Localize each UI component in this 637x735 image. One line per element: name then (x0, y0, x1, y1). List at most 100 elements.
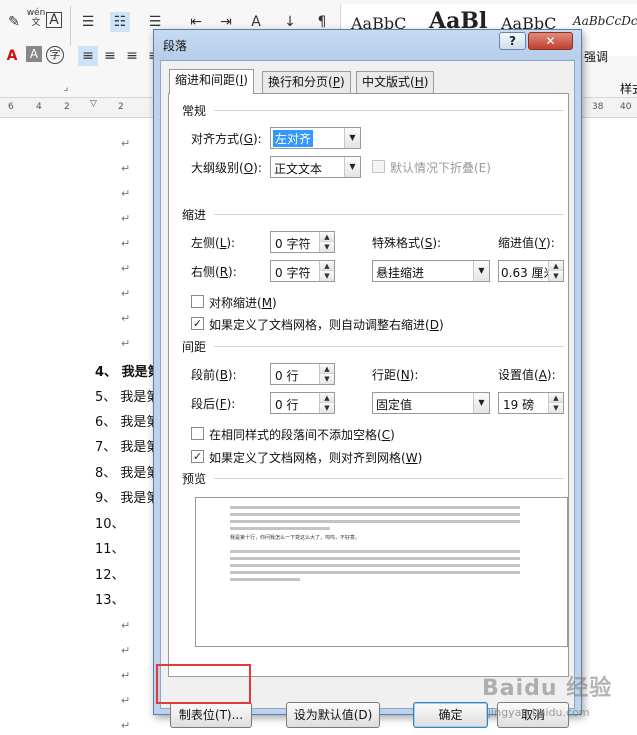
label-accelerator: R (219, 265, 229, 279)
label-accelerator: G (243, 132, 253, 146)
line-spacing-select[interactable]: 固定值 ▼ (372, 392, 490, 414)
align-right-icon[interactable]: ≡ (122, 46, 142, 66)
tab-asian-typography[interactable]: 中文版式(H) (356, 71, 435, 93)
watermark: Baidu 经验 jingyan.baidu.com (482, 662, 632, 722)
label-accelerator: Y (538, 236, 547, 250)
dropdown-arrow-icon[interactable]: ▼ (344, 157, 360, 177)
dropdown-arrow-icon[interactable]: ▼ (344, 128, 360, 148)
tab-label: 缩进和间距( (175, 73, 240, 87)
preview-next-line (230, 557, 520, 560)
list-item: 12、 (95, 564, 125, 583)
mirror-indents-checkbox[interactable] (191, 295, 204, 308)
preview-next-line (230, 550, 520, 553)
indent-right-value: 0 字符 (275, 266, 311, 280)
dropdown-arrow-icon[interactable]: ▼ (473, 393, 489, 413)
indent-by-input[interactable]: 0.63 厘米 ▲ ▼ (498, 260, 564, 282)
tab-label: 中文版式( (362, 75, 415, 89)
ok-button[interactable]: 确定 (413, 702, 488, 728)
close-button[interactable]: ✕ (528, 32, 573, 50)
spin-down-icon[interactable]: ▼ (319, 242, 334, 252)
spacing-after-input[interactable]: 0 行 ▲ ▼ (270, 392, 335, 414)
dropdown-arrow-icon[interactable]: ▼ (473, 261, 489, 281)
spacing-at-input[interactable]: 19 磅 ▲ ▼ (498, 392, 564, 414)
character-border-icon[interactable]: A (46, 12, 62, 28)
dialog-titlebar[interactable]: 段落 ? ✕ (154, 30, 581, 60)
list-item: 9、 我是第 (95, 487, 159, 506)
help-button[interactable]: ? (499, 32, 526, 50)
collapse-default-checkbox[interactable] (372, 160, 385, 173)
spin-up-icon[interactable]: ▲ (319, 261, 334, 271)
auto-right-indent-checkbox[interactable]: ✓ (191, 317, 204, 330)
style-name-emphasis[interactable]: 强调 (584, 48, 608, 65)
watermark-url: jingyan.baidu.com (488, 706, 590, 719)
list-number: 5、 (95, 390, 117, 405)
spin-up-icon[interactable]: ▲ (548, 261, 563, 271)
outline-level-value: 正文文本 (274, 162, 323, 176)
indent-right-input[interactable]: 0 字符 ▲ ▼ (270, 260, 335, 282)
list-number: 11、 (95, 542, 125, 557)
outline-level-select[interactable]: 正文文本 ▼ (270, 156, 361, 178)
spacing-before-input[interactable]: 0 行 ▲ ▼ (270, 363, 335, 385)
label-text: 对齐方式( (191, 132, 244, 146)
indent-marker-icon[interactable]: ▽ (90, 99, 97, 109)
label-accelerator: C (381, 428, 391, 442)
label-text: 缩进值( (498, 236, 539, 250)
label-text: 对称缩进( (209, 296, 262, 310)
ruler-number: 6 (8, 102, 14, 112)
font-dialog-launcher-icon[interactable]: ⌟ (56, 78, 76, 98)
collapse-default-label: 默认情况下折叠(E) (390, 161, 491, 175)
spin-down-icon[interactable]: ▼ (319, 374, 334, 384)
alignment-select[interactable]: 左对齐 ▼ (270, 127, 361, 149)
tabs-button[interactable]: 制表位(T)... (170, 702, 252, 728)
spin-down-icon[interactable]: ▼ (319, 403, 334, 413)
snap-to-grid-checkbox[interactable]: ✓ (191, 450, 204, 463)
spin-up-icon[interactable]: ▲ (319, 393, 334, 403)
list-item: 7、 我是第 (95, 436, 159, 455)
label-accelerator: M (261, 296, 273, 310)
special-indent-select[interactable]: 悬挂缩进 ▼ (372, 260, 490, 282)
indent-left-input[interactable]: 0 字符 ▲ ▼ (270, 231, 335, 253)
spin-up-icon[interactable]: ▲ (319, 232, 334, 242)
indent-right-label: 右侧(R): (191, 263, 237, 280)
spacing-at-value: 19 磅 (503, 398, 535, 412)
numbering-icon[interactable]: ☷ (110, 12, 130, 32)
spin-down-icon[interactable]: ▼ (548, 403, 563, 413)
align-center-icon[interactable]: ≡ (100, 46, 120, 66)
bullets-icon[interactable]: ☰ (78, 12, 98, 32)
ribbon-separator (70, 6, 71, 46)
font-color-label: A (6, 48, 18, 64)
spin-up-icon[interactable]: ▲ (548, 393, 563, 403)
paragraph-mark: ↵ (121, 619, 131, 632)
special-indent-value: 悬挂缩进 (376, 266, 425, 280)
section-divider (214, 214, 564, 215)
alignment-label: 对齐方式(G): (191, 130, 262, 147)
line-spacing-label: 行距(N): (372, 366, 418, 383)
ruler-number: 40 (620, 102, 632, 112)
label-suffix: ) (417, 451, 423, 465)
spacing-at-label: 设置值(A): (498, 366, 556, 383)
mirror-indents-label: 对称缩进(M) (209, 294, 277, 311)
tab-accelerator: H (414, 75, 424, 89)
align-left-icon[interactable]: ≡ (78, 46, 98, 66)
font-color-icon[interactable]: A (2, 46, 22, 66)
set-as-default-button[interactable]: 设为默认值(D) (286, 702, 380, 728)
ruler-number: 38 (592, 102, 604, 112)
clear-format-icon[interactable]: ✎ (4, 12, 24, 32)
no-space-same-style-checkbox[interactable] (191, 427, 204, 440)
tab-line-page-breaks[interactable]: 换行和分页(P) (262, 71, 351, 93)
spin-down-icon[interactable]: ▼ (319, 271, 334, 281)
spin-down-icon[interactable]: ▼ (548, 271, 563, 281)
section-divider (214, 346, 564, 347)
label-accelerator: B (219, 368, 228, 382)
tab-indents-spacing[interactable]: 缩进和间距(I) (169, 69, 254, 94)
paragraph-mark: ↵ (121, 212, 131, 225)
phonetic-guide-label: wén 文 (26, 8, 46, 28)
spin-up-icon[interactable]: ▲ (319, 364, 334, 374)
label-text: 特殊格式( (372, 236, 425, 250)
style-sample[interactable]: AaBbCcDc (573, 14, 637, 28)
character-shading-icon[interactable]: A (26, 46, 42, 62)
phonetic-guide-icon[interactable]: wén 文 (26, 8, 46, 28)
list-item: 4、 我是第 (95, 361, 161, 380)
enclose-characters-icon[interactable]: 字 (46, 46, 64, 64)
list-number: 6、 (95, 415, 117, 430)
